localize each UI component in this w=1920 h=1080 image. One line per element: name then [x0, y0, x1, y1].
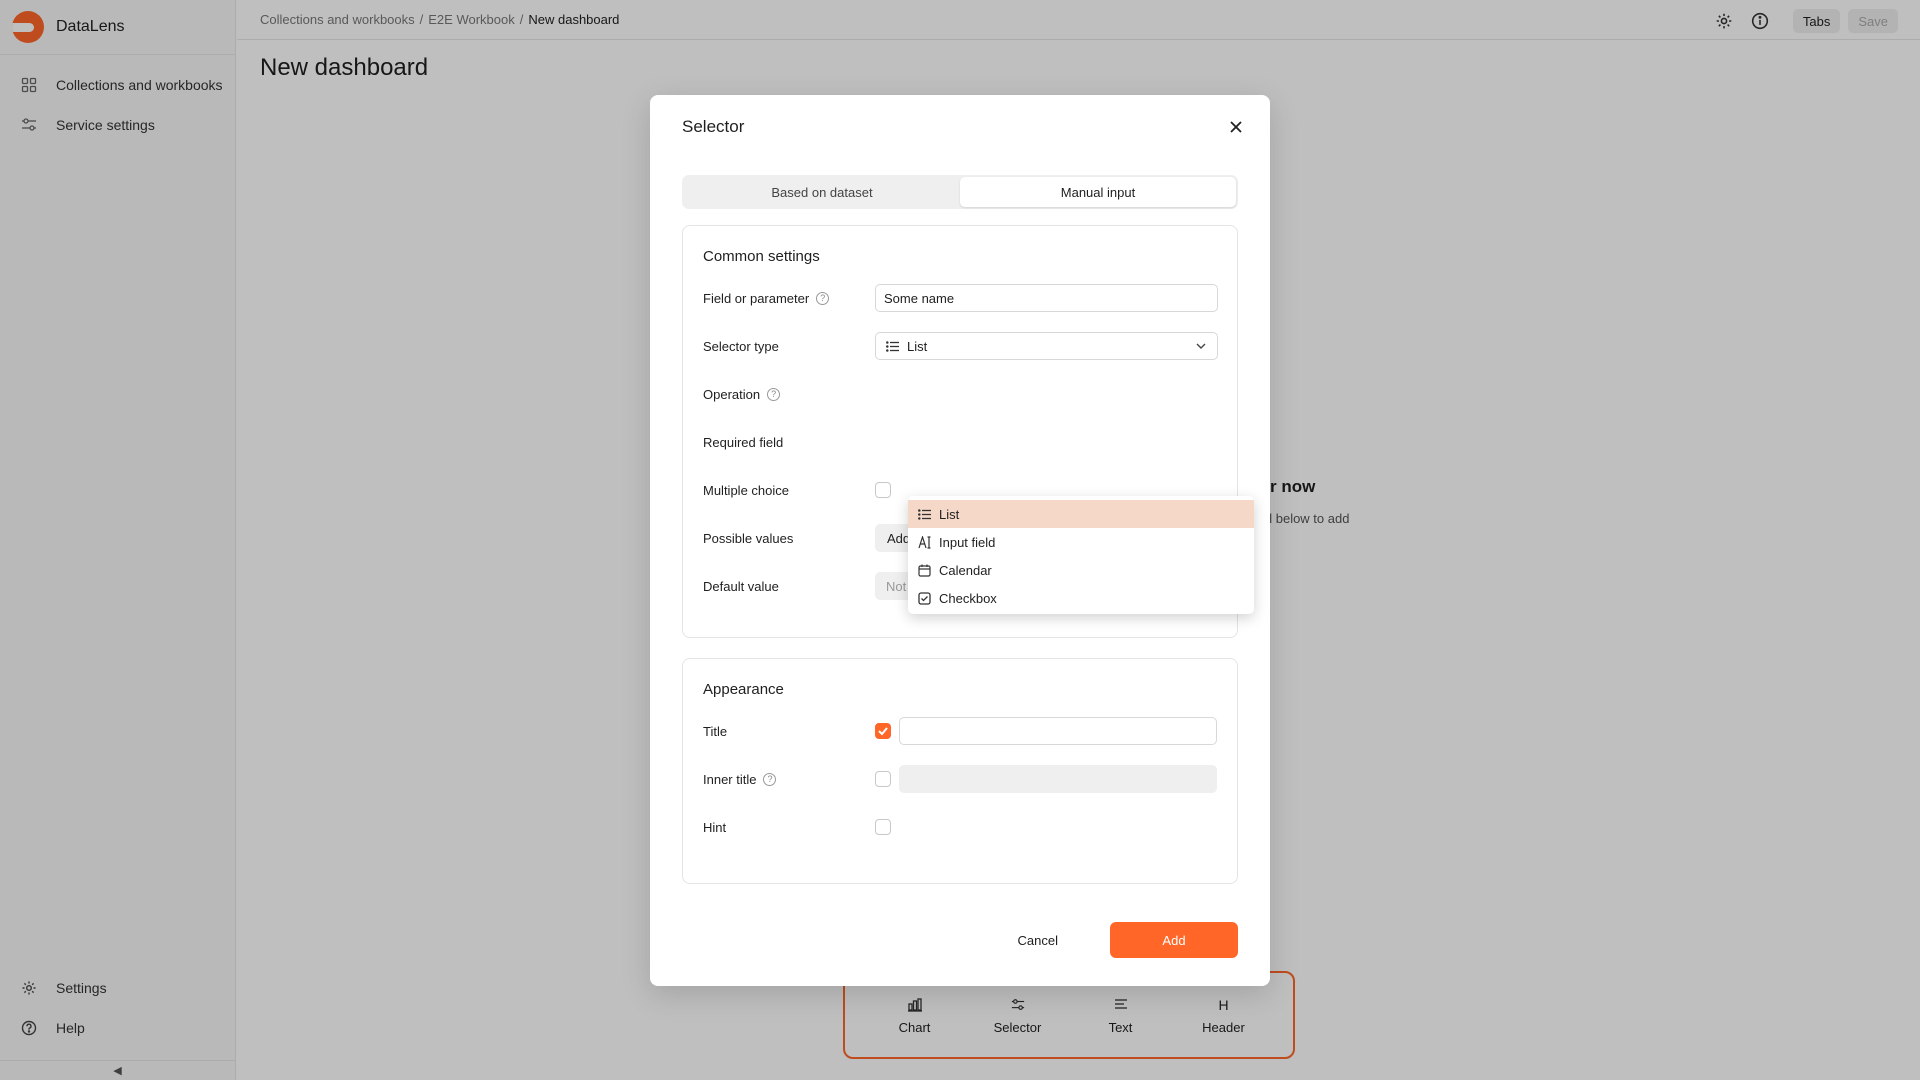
source-segmented-control: Based on dataset Manual input — [682, 175, 1238, 209]
hint-label: Hint — [703, 819, 727, 835]
appearance-section: Appearance Title Inner title? Hint — [682, 658, 1238, 884]
field-name-input[interactable] — [875, 284, 1218, 312]
cancel-button[interactable]: Cancel — [992, 922, 1084, 958]
hint-checkbox[interactable] — [875, 819, 891, 835]
option-label: Input field — [939, 534, 996, 550]
close-icon — [1230, 121, 1242, 133]
section-title: Common settings — [703, 248, 820, 265]
required-row: Required field — [703, 428, 1218, 456]
selector-type-value: List — [907, 338, 928, 354]
text-cursor-icon — [918, 535, 931, 549]
chevron-down-icon — [1195, 340, 1207, 355]
help-icon[interactable]: ? — [763, 772, 777, 786]
selector-type-label: Selector type — [703, 338, 779, 354]
option-input-field[interactable]: Input field — [908, 528, 1254, 556]
selector-dialog: Selector Based on dataset Manual input C… — [650, 95, 1270, 986]
title-checkbox[interactable] — [875, 723, 891, 739]
default-value-label: Default value — [703, 578, 779, 594]
field-row: Field or parameter? — [703, 284, 1218, 312]
list-icon — [886, 340, 899, 352]
selector-type-dropdown: List Input field Calendar Checkbox — [908, 496, 1254, 614]
possible-values-label: Possible values — [703, 530, 794, 546]
selector-type-row: Selector type List — [703, 332, 1218, 360]
list-icon — [918, 508, 931, 520]
inner-title-label: Inner title — [703, 771, 757, 787]
check-icon — [878, 727, 888, 736]
title-label: Title — [703, 723, 728, 739]
operation-label: Operation — [703, 386, 761, 402]
common-settings-section: Common settings Field or parameter? Sele… — [682, 225, 1254, 638]
tab-manual-input[interactable]: Manual input — [960, 177, 1236, 207]
option-list[interactable]: List — [908, 500, 1254, 528]
hint-row: Hint — [703, 813, 1218, 841]
checkbox-icon — [918, 591, 931, 605]
add-button[interactable]: Add — [1110, 922, 1238, 958]
tab-based-on-dataset[interactable]: Based on dataset — [684, 177, 960, 207]
inner-title-checkbox[interactable] — [875, 771, 891, 787]
help-icon[interactable]: ? — [816, 291, 830, 305]
multiple-choice-checkbox[interactable] — [875, 482, 891, 498]
option-checkbox[interactable]: Checkbox — [908, 584, 1254, 612]
inner-title-row: Inner title? — [703, 765, 1218, 793]
help-icon[interactable]: ? — [767, 387, 781, 401]
option-calendar[interactable]: Calendar — [908, 556, 1254, 584]
calendar-icon — [918, 564, 931, 577]
option-label: Checkbox — [939, 590, 997, 606]
dialog-title: Selector — [682, 117, 745, 136]
option-label: Calendar — [939, 562, 992, 578]
multiple-label: Multiple choice — [703, 482, 789, 498]
section-title: Appearance — [703, 681, 784, 698]
operation-row: Operation? — [703, 380, 1218, 408]
selector-type-select[interactable]: List — [875, 332, 1218, 360]
required-label: Required field — [703, 434, 784, 450]
title-row: Title — [703, 717, 1218, 745]
title-input[interactable] — [899, 717, 1217, 745]
option-label: List — [939, 506, 960, 522]
inner-title-input[interactable] — [899, 765, 1217, 793]
close-button[interactable] — [1224, 115, 1248, 139]
field-label: Field or parameter — [703, 290, 810, 306]
